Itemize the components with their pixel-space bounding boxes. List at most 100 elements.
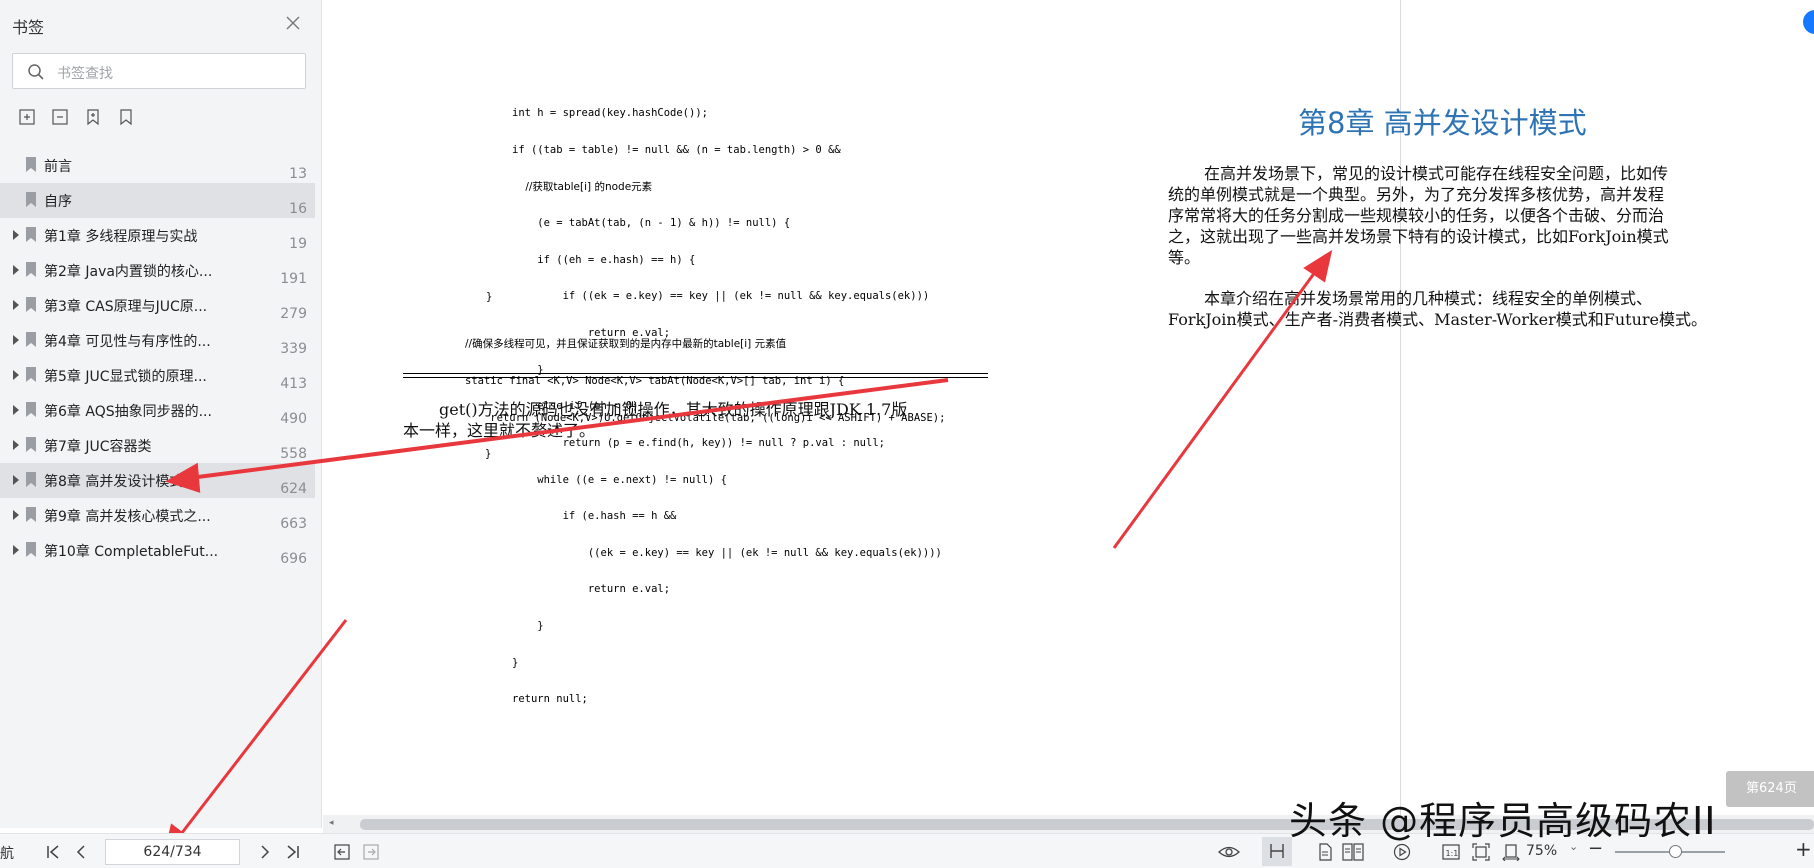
- svg-text:1:1: 1:1: [1446, 849, 1459, 858]
- code-line: ((ek = e.key) == key || (ek != null && k…: [512, 546, 942, 559]
- bookmark-icon: [26, 402, 36, 417]
- continuous-scroll-icon: [1270, 844, 1284, 858]
- bookmark-page-number: 413: [280, 376, 307, 392]
- double-page-icon[interactable]: [1342, 843, 1364, 861]
- pdf-reader-window: 书签 书签查找 前言 13 自序 16 第1章 多线程原理与实战 19 第2章 …: [0, 0, 1814, 868]
- first-page-icon[interactable]: [44, 843, 62, 861]
- paragraph-line: get()方法的源码也没有加锁操作，其大致的操作原理跟JDK 1.7版: [439, 400, 908, 419]
- code-line: //确保多线程可见，并且保证获取到的是内存中最新的table[i] 元素值: [465, 338, 787, 351]
- bookmark-item-preface[interactable]: 前言 13: [0, 148, 315, 183]
- bookmark-item-chapter-5[interactable]: 第5章 JUC显式锁的原理... 413: [0, 358, 315, 393]
- next-page-icon[interactable]: [256, 843, 274, 861]
- code-line: if ((tab = table) != null && (n = tab.le…: [512, 144, 841, 157]
- paragraph-2: 本章介绍在高并发场景常用的几种模式：线程安全的单例模式、 ForkJoin模式、…: [1168, 288, 1768, 330]
- code-line: if ((ek = e.key) == key || (ek != null &…: [512, 290, 930, 303]
- single-page-icon[interactable]: [1316, 843, 1334, 861]
- nav-label[interactable]: 航: [0, 843, 14, 863]
- zoom-slider-handle[interactable]: [1669, 845, 1682, 858]
- bookmark-icon: [26, 332, 36, 347]
- page-indicator-pill: 第624页: [1726, 771, 1814, 807]
- bookmark-label: 第8章 高并发设计模式: [44, 474, 184, 490]
- bookmark-label: 第4章 可见性与有序性的...: [44, 334, 211, 350]
- zoom-level[interactable]: 75%: [1526, 843, 1557, 859]
- actual-size-icon[interactable]: 1:1: [1442, 843, 1460, 861]
- code-line: int h = spread(key.hashCode());: [512, 107, 708, 120]
- bookmark-list: 前言 13 自序 16 第1章 多线程原理与实战 19 第2章 Java内置锁的…: [0, 148, 322, 568]
- expand-arrow-icon[interactable]: [11, 544, 21, 556]
- bookmark-item-chapter-6[interactable]: 第6章 AQS抽象同步器的... 490: [0, 393, 315, 428]
- expand-arrow-icon[interactable]: [11, 509, 21, 521]
- collapse-all-icon[interactable]: [51, 108, 69, 126]
- bookmark-label: 第6章 AQS抽象同步器的...: [44, 404, 212, 420]
- bookmark-icon: [26, 542, 36, 557]
- code-line: (e = tabAt(tab, (n - 1) & h)) != null) {: [512, 217, 791, 230]
- bookmark-item-chapter-9[interactable]: 第9章 高并发核心模式之... 663: [0, 498, 315, 533]
- bookmark-label: 第7章 JUC容器类: [44, 439, 152, 455]
- paragraph-line: 等。: [1168, 248, 1201, 267]
- expand-arrow-icon[interactable]: [11, 369, 21, 381]
- bookmark-icon: [26, 227, 36, 242]
- bookmark-label: 第3章 CAS原理与JUC原...: [44, 299, 208, 315]
- page-number-input[interactable]: 624/734: [105, 839, 240, 865]
- search-placeholder: 书签查找: [57, 66, 113, 82]
- bookmark-page-number: 663: [280, 516, 307, 532]
- bookmark-icon: [26, 472, 36, 487]
- last-page-icon[interactable]: [284, 843, 302, 861]
- scroll-left-icon[interactable]: ◂: [329, 818, 334, 828]
- bookmark-item-chapter-7[interactable]: 第7章 JUC容器类 558: [0, 428, 315, 463]
- fit-width-icon[interactable]: [1502, 843, 1520, 861]
- code-rule: [403, 373, 988, 374]
- add-bookmark-icon[interactable]: [84, 108, 102, 126]
- bookmark-search-input[interactable]: 书签查找: [12, 53, 306, 89]
- chapter-title: 第8章 高并发设计模式: [1298, 106, 1587, 140]
- paragraph-line: 序常常将大的任务分割成一些规模较小的任务，以便各个击破、分而治: [1168, 206, 1665, 225]
- bookmark-page-number: 490: [280, 411, 307, 427]
- expand-arrow-icon[interactable]: [11, 334, 21, 346]
- bookmark-page-number: 16: [289, 201, 307, 217]
- forward-icon[interactable]: [362, 843, 380, 861]
- bookmark-item-chapter-8[interactable]: 第8章 高并发设计模式 624: [0, 463, 315, 498]
- continuous-scroll-button[interactable]: [1262, 837, 1292, 866]
- paragraph-line: 之，这就出现了一些高并发场景下特有的设计模式，比如ForkJoin模式: [1168, 227, 1669, 246]
- bookmark-item-chapter-10[interactable]: 第10章 CompletableFut... 696: [0, 533, 315, 568]
- bookmark-page-number: 19: [289, 236, 307, 252]
- expand-arrow-icon[interactable]: [11, 404, 21, 416]
- expand-arrow-icon[interactable]: [11, 439, 21, 451]
- bookmark-item-chapter-2[interactable]: 第2章 Java内置锁的核心... 191: [0, 253, 315, 288]
- bookmark-label: 自序: [44, 194, 72, 210]
- close-icon[interactable]: [284, 14, 302, 32]
- bookmark-icon: [26, 297, 36, 312]
- bookmark-icon: [26, 367, 36, 382]
- code-line: //获取table[i] 的node元素: [512, 180, 653, 193]
- bookmark-item-chapter-4[interactable]: 第4章 可见性与有序性的... 339: [0, 323, 315, 358]
- play-icon[interactable]: [1393, 843, 1411, 861]
- code-line: }: [512, 656, 519, 669]
- bookmark-item-chapter-1[interactable]: 第1章 多线程原理与实战 19: [0, 218, 315, 253]
- previous-page-icon[interactable]: [72, 843, 90, 861]
- expand-arrow-icon[interactable]: [11, 299, 21, 311]
- code-line: }: [485, 448, 492, 461]
- paragraph-line: ForkJoin模式、生产者-消费者模式、Master-Worker模式和Fut…: [1168, 310, 1708, 329]
- bookmark-label: 第10章 CompletableFut...: [44, 544, 219, 560]
- eye-icon[interactable]: [1218, 843, 1240, 861]
- bookmark-page-number: 279: [280, 306, 307, 322]
- expand-arrow-icon[interactable]: [11, 474, 21, 486]
- bookmark-item-foreword[interactable]: 自序 16: [0, 183, 315, 218]
- bookmark-icon[interactable]: [117, 108, 135, 126]
- bookmark-label: 第9章 高并发核心模式之...: [44, 509, 211, 525]
- bookmark-page-number: 13: [289, 166, 307, 182]
- zoom-in-icon[interactable]: +: [1795, 837, 1812, 861]
- sidebar-title: 书签: [12, 18, 45, 37]
- paragraph-line: 统的单例模式就是一个典型。另外，为了充分发挥多核优势，高并发程: [1168, 185, 1665, 204]
- expand-all-icon[interactable]: [18, 108, 36, 126]
- paragraph-1: 在高并发场景下，常见的设计模式可能存在线程安全问题，比如传 统的单例模式就是一个…: [1168, 163, 1758, 268]
- bookmark-item-chapter-3[interactable]: 第3章 CAS原理与JUC原... 279: [0, 288, 315, 323]
- code-rule: [403, 377, 988, 378]
- expand-arrow-icon[interactable]: [11, 229, 21, 241]
- back-icon[interactable]: [333, 843, 351, 861]
- fit-page-icon[interactable]: [1472, 843, 1490, 861]
- paragraph-line: 本章介绍在高并发场景常用的几种模式：线程安全的单例模式、: [1204, 289, 1653, 308]
- bookmark-page-number: 191: [280, 271, 307, 287]
- expand-arrow-icon[interactable]: [11, 264, 21, 276]
- code-line: return e.val;: [512, 583, 671, 596]
